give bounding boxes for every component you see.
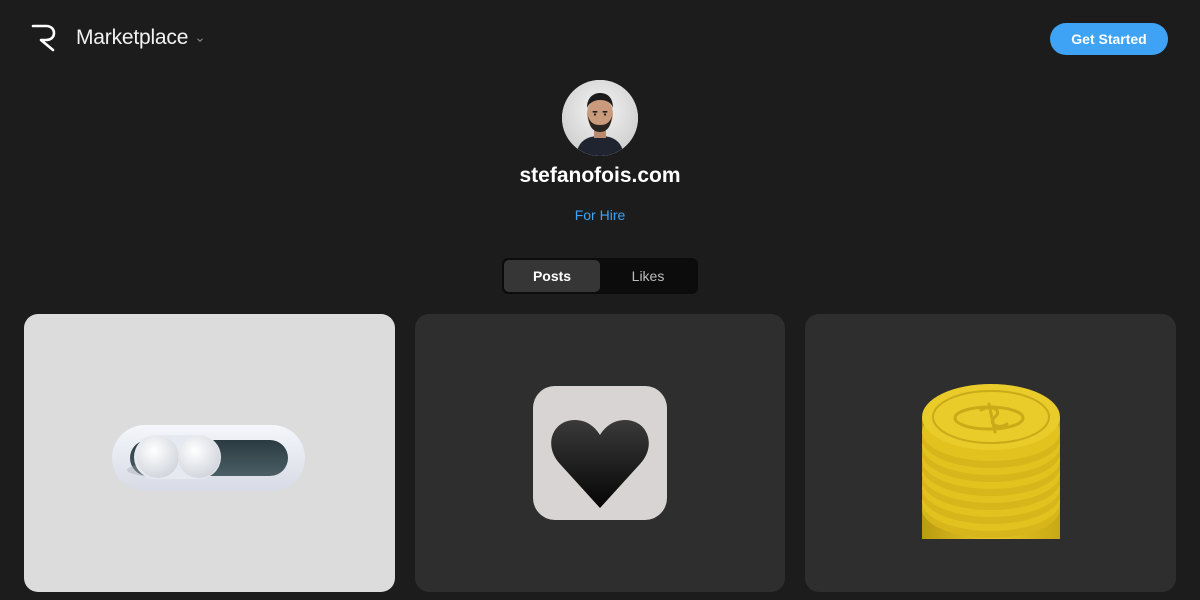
- get-started-button[interactable]: Get Started: [1050, 23, 1168, 55]
- avatar-portrait-icon: [562, 80, 638, 156]
- top-navigation: Marketplace Get Started: [0, 0, 1200, 78]
- profile-name: stefanofois.com: [519, 164, 681, 187]
- toggle-switch-icon: [112, 425, 305, 491]
- marketplace-dropdown[interactable]: Marketplace: [76, 26, 204, 50]
- tab-posts[interactable]: Posts: [504, 260, 600, 292]
- r-logo-icon[interactable]: [30, 23, 60, 53]
- tab-likes[interactable]: Likes: [600, 260, 696, 292]
- post-card-heart[interactable]: [415, 314, 785, 592]
- heart-icon: [533, 386, 667, 520]
- user-avatar[interactable]: [562, 80, 638, 156]
- status-row: For Hire: [0, 207, 1200, 225]
- profile-tabs: Posts Likes: [502, 258, 698, 294]
- marketplace-label: Marketplace: [76, 26, 189, 49]
- post-card-toggle[interactable]: [24, 314, 395, 592]
- chevron-down-icon: [197, 38, 204, 43]
- coin-stack-icon: [922, 384, 1060, 539]
- post-card-coins[interactable]: [805, 314, 1176, 592]
- for-hire-link[interactable]: For Hire: [575, 207, 626, 223]
